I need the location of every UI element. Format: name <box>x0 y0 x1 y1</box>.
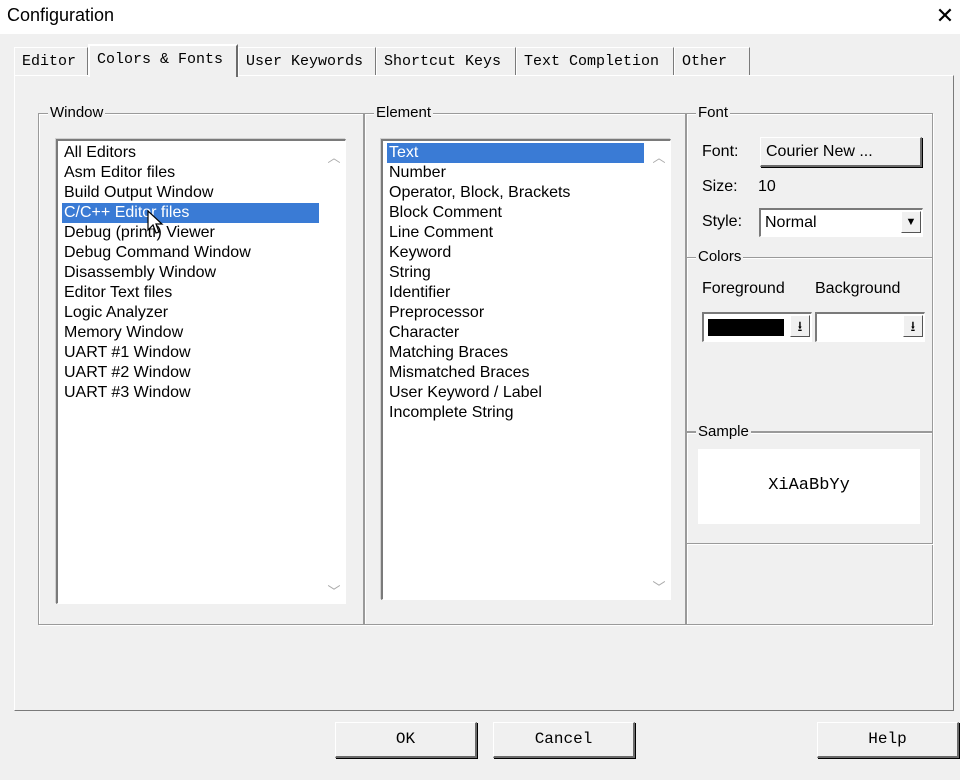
help-button[interactable]: Help <box>817 722 959 758</box>
tab-shortcut-keys[interactable]: Shortcut Keys <box>376 47 516 75</box>
background-swatch <box>821 319 897 336</box>
tab-text-completion[interactable]: Text Completion <box>516 47 674 75</box>
chevron-up-icon[interactable]: ︿ <box>651 147 667 166</box>
list-item[interactable]: Debug (printf) Viewer <box>62 223 215 243</box>
list-item[interactable]: Block Comment <box>387 203 502 223</box>
font-select-button[interactable]: Courier New ... <box>760 137 922 167</box>
tab-colors-fonts[interactable]: Colors & Fonts <box>88 44 238 77</box>
list-item[interactable]: Build Output Window <box>62 183 213 203</box>
chevron-up-icon[interactable]: ︿ <box>326 147 342 166</box>
list-item-selected[interactable]: C/C++ Editor files <box>62 203 319 223</box>
chevron-down-icon[interactable]: ﹀ <box>651 577 667 596</box>
colors-group-label: Colors <box>696 248 744 265</box>
list-item[interactable]: Keyword <box>387 243 451 263</box>
foreground-label: Foreground <box>702 280 785 297</box>
triangle-down-icon[interactable]: ▼ <box>901 211 921 233</box>
list-item[interactable]: UART #2 Window <box>62 363 191 383</box>
size-label: Size: <box>702 178 738 195</box>
list-item[interactable]: UART #1 Window <box>62 343 191 363</box>
list-item[interactable]: String <box>387 263 431 283</box>
close-icon[interactable]: ✕ <box>933 3 957 29</box>
tab-user-keywords[interactable]: User Keywords <box>238 47 376 75</box>
tab-other[interactable]: Other <box>674 47 750 75</box>
window-group-label: Window <box>48 104 106 121</box>
sample-preview: XiAaBbYy <box>698 449 920 524</box>
list-item[interactable]: Memory Window <box>62 323 183 343</box>
element-group-label: Element <box>374 104 434 121</box>
list-item[interactable]: Preprocessor <box>387 303 484 323</box>
sample-text: XiAaBbYy <box>768 476 850 495</box>
list-item[interactable]: UART #3 Window <box>62 383 191 403</box>
style-value: Normal <box>765 214 817 231</box>
tab-editor[interactable]: Editor <box>14 47 88 75</box>
list-item[interactable]: Identifier <box>387 283 450 303</box>
background-label: Background <box>815 280 901 297</box>
foreground-color-picker[interactable]: ⭳ <box>702 312 812 342</box>
sample-group-label: Sample <box>696 423 751 440</box>
font-label: Font: <box>702 143 739 160</box>
window-listbox[interactable]: All Editors Asm Editor files Build Outpu… <box>56 139 346 604</box>
element-listbox[interactable]: Text Number Operator, Block, Brackets Bl… <box>381 139 671 600</box>
list-item[interactable]: Incomplete String <box>387 403 514 423</box>
list-item[interactable]: Character <box>387 323 459 343</box>
list-item[interactable]: Disassembly Window <box>62 263 216 283</box>
list-item[interactable]: User Keyword / Label <box>387 383 542 403</box>
list-item[interactable]: Operator, Block, Brackets <box>387 183 570 203</box>
window-title: Configuration <box>7 5 115 25</box>
chevron-down-icon[interactable]: ﹀ <box>326 581 342 600</box>
list-item[interactable]: Mismatched Braces <box>387 363 530 383</box>
list-item[interactable]: Editor Text files <box>62 283 172 303</box>
list-item[interactable]: Asm Editor files <box>62 163 175 183</box>
title-bar <box>0 0 960 34</box>
list-item[interactable]: Matching Braces <box>387 343 508 363</box>
style-dropdown[interactable]: Normal ▼ <box>759 208 923 237</box>
list-item[interactable]: Logic Analyzer <box>62 303 168 323</box>
ok-button[interactable]: OK <box>335 722 477 758</box>
font-group-label: Font <box>696 104 731 121</box>
style-label: Style: <box>702 213 743 230</box>
foreground-swatch <box>708 319 784 336</box>
background-color-picker[interactable]: ⭳ <box>815 312 925 342</box>
size-value: 10 <box>758 178 776 195</box>
download-arrow-icon[interactable]: ⭳ <box>790 315 810 337</box>
list-item[interactable]: Number <box>387 163 446 183</box>
list-item[interactable]: All Editors <box>62 143 136 163</box>
download-arrow-icon[interactable]: ⭳ <box>903 315 923 337</box>
list-item[interactable]: Line Comment <box>387 223 493 243</box>
mouse-pointer-icon <box>147 210 164 234</box>
cancel-button[interactable]: Cancel <box>493 722 635 758</box>
list-item-selected[interactable]: Text <box>387 143 644 163</box>
list-item[interactable]: Debug Command Window <box>62 243 251 263</box>
